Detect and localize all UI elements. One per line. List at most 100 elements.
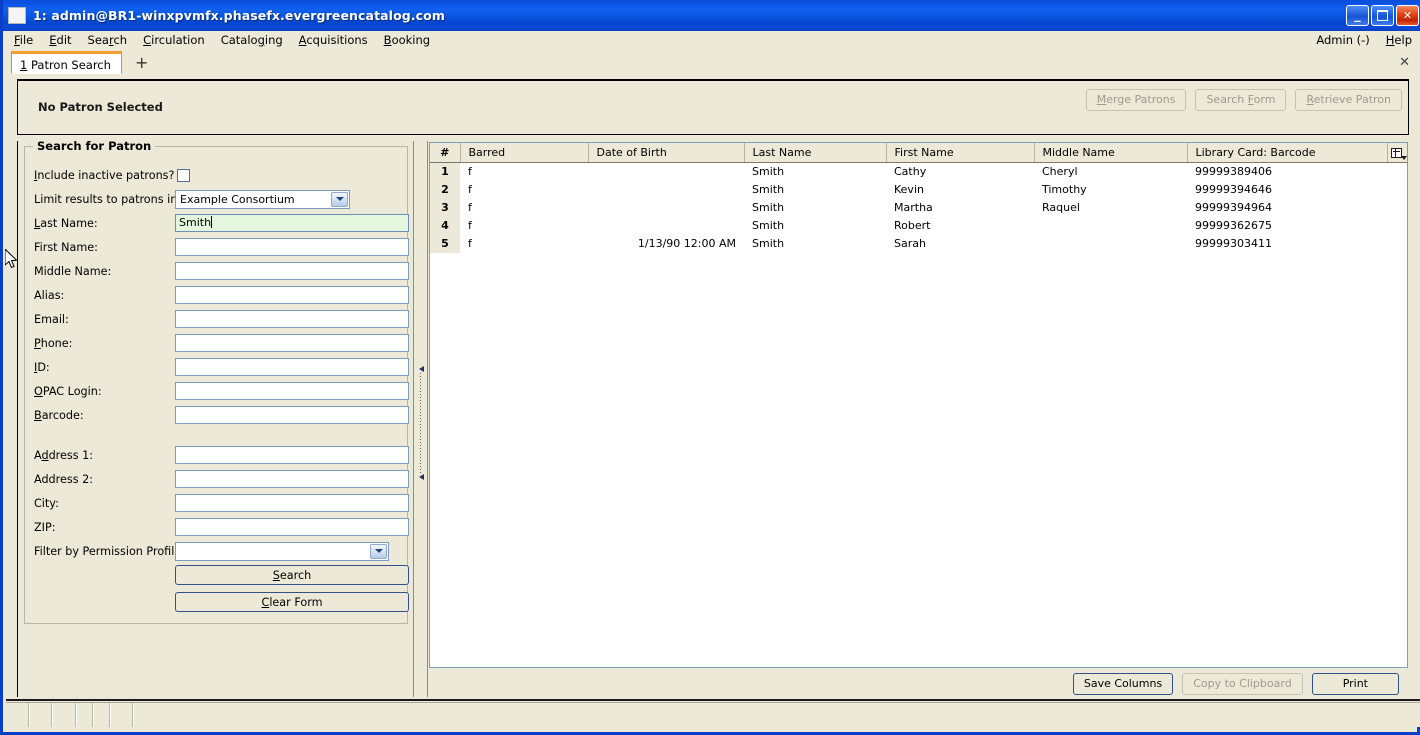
limit-results-value: Example Consortium [180,192,295,206]
cell-library-card-barcode: 99999394964 [1187,198,1387,217]
title-bar: 1: admin@BR1-winxpvmfx.phasefx.evergreen… [3,0,1420,31]
phone-input[interactable] [175,334,409,352]
window-controls: _ ✕ [1346,5,1419,26]
include-inactive-checkbox[interactable] [177,168,190,182]
tab-number: 1 [20,58,28,72]
status-segment-2 [30,703,53,727]
cell-last-name: Smith [744,198,886,217]
menu-admin[interactable]: Admin (-) [1308,31,1377,50]
cell-first-name: Kevin [886,180,1034,199]
menu-file[interactable]: File [6,31,41,50]
status-segment-5 [94,703,111,727]
cell-barred: f [460,180,588,199]
minimize-button[interactable]: _ [1346,5,1369,26]
cell-first-name: Martha [886,198,1034,217]
last-name-input[interactable]: Smith [175,214,409,232]
maximize-button[interactable] [1371,5,1394,26]
email-input[interactable] [175,310,409,328]
cell-middle-name: Raquel [1034,198,1187,217]
label-include-inactive: Include inactive patrons? [34,168,175,182]
permission-profile-select[interactable] [175,541,389,561]
barcode-input[interactable] [175,406,409,424]
search-panel: Search for Patron Include inactive patro… [17,139,413,697]
col-header-first-name[interactable]: First Name [886,143,1035,163]
cell-spacer [1387,198,1407,217]
close-button[interactable]: ✕ [1396,5,1419,26]
id-input[interactable] [175,358,409,376]
minimize-icon: _ [1354,8,1361,23]
label-zip: ZIP: [34,520,56,534]
copy-to-clipboard-button[interactable]: Copy to Clipboard [1182,673,1303,695]
search-fieldset-legend: Search for Patron [33,139,156,153]
opac-login-input[interactable] [175,382,409,400]
print-button[interactable]: Print [1311,673,1399,695]
retrieve-patron-button[interactable]: Retrieve Patron [1295,89,1402,111]
menu-circulation[interactable]: Circulation [135,31,213,50]
zip-input[interactable] [175,518,409,536]
table-row[interactable]: 5 f 1/13/90 12:00 AM Smith Sarah 99999303411 [430,234,1407,253]
table-row[interactable]: 3 f Smith Martha Raquel 99999394964 [430,198,1407,217]
address1-input[interactable] [175,446,409,464]
clear-form-button[interactable]: Clear Form [175,592,409,612]
menu-edit[interactable]: Edit [41,31,79,50]
cell-row-number: 4 [430,216,460,235]
city-input[interactable] [175,494,409,512]
merge-patrons-button[interactable]: Merge Patrons [1085,89,1187,111]
status-segment-3 [53,703,77,727]
close-icon: ✕ [1402,9,1413,22]
col-header-library-card[interactable]: Library Card: Barcode [1187,143,1388,163]
table-row[interactable]: 1 f Smith Cathy Cheryl 99999389406 [430,162,1407,181]
patron-header-actions: Merge Patrons Search Form Retrieve Patro… [1085,89,1402,111]
alias-input[interactable] [175,286,409,304]
middle-name-input[interactable] [175,262,409,280]
menu-help[interactable]: Help [1378,31,1420,50]
menu-acquisitions[interactable]: Acquisitions [291,31,376,50]
status-segment-6 [111,703,134,727]
col-header-dob[interactable]: Date of Birth [588,143,745,163]
menu-booking[interactable]: Booking [376,31,438,50]
cell-spacer [1387,216,1407,235]
limit-results-select[interactable]: Example Consortium [175,189,350,209]
chevron-down-icon [370,543,387,559]
search-button[interactable]: Search [175,565,409,585]
cell-library-card-barcode: 99999303411 [1187,234,1387,253]
patron-summary-header: No Patron Selected Merge Patrons Search … [17,79,1409,135]
cell-middle-name [1034,234,1187,253]
label-limit-results: Limit results to patrons in [34,192,178,206]
col-header-barred[interactable]: Barred [460,143,589,163]
menu-bar: File Edit Search Circulation Cataloging … [6,31,1420,50]
search-form-button[interactable]: Search Form [1195,89,1287,111]
maximize-icon [1372,6,1393,25]
cell-library-card-barcode: 99999362675 [1187,216,1387,235]
cell-barred: f [460,162,588,181]
first-name-input[interactable] [175,238,409,256]
cell-date-of-birth: 1/13/90 12:00 AM [588,234,744,253]
address2-input[interactable] [175,470,409,488]
label-phone: Phone: [34,336,73,350]
results-actions: Save Columns Copy to Clipboard Print [428,671,1409,697]
new-tab-button[interactable]: + [130,55,153,71]
menu-search[interactable]: Search [80,31,136,50]
save-columns-button[interactable]: Save Columns [1072,673,1174,695]
tab-patron-search[interactable]: 1 Patron Search [11,51,122,74]
col-header-last-name[interactable]: Last Name [744,143,887,163]
last-name-value: Smith [179,216,212,229]
col-header-middle-name[interactable]: Middle Name [1034,143,1188,163]
column-picker-button[interactable] [1387,143,1407,163]
panel-splitter[interactable] [413,141,428,697]
table-row[interactable]: 2 f Smith Kevin Timothy 99999394646 [430,180,1407,199]
text-caret [211,216,213,228]
cell-middle-name: Cheryl [1034,162,1187,181]
table-row[interactable]: 4 f Smith Robert 99999362675 [430,216,1407,235]
col-header-number[interactable]: # [430,143,461,163]
menu-cataloging[interactable]: Cataloging [213,31,291,50]
splitter-collapse-left-icon-bottom[interactable] [417,474,424,481]
cell-row-number: 2 [430,180,460,199]
cell-barred: f [460,234,588,253]
chevron-down-icon [331,191,348,207]
label-permission-profile: Filter by Permission Profile: [34,544,185,558]
close-tab-icon[interactable]: ✕ [1399,55,1410,70]
cell-last-name: Smith [744,234,886,253]
status-bar [6,702,1420,727]
splitter-collapse-left-icon-top[interactable] [417,366,424,373]
